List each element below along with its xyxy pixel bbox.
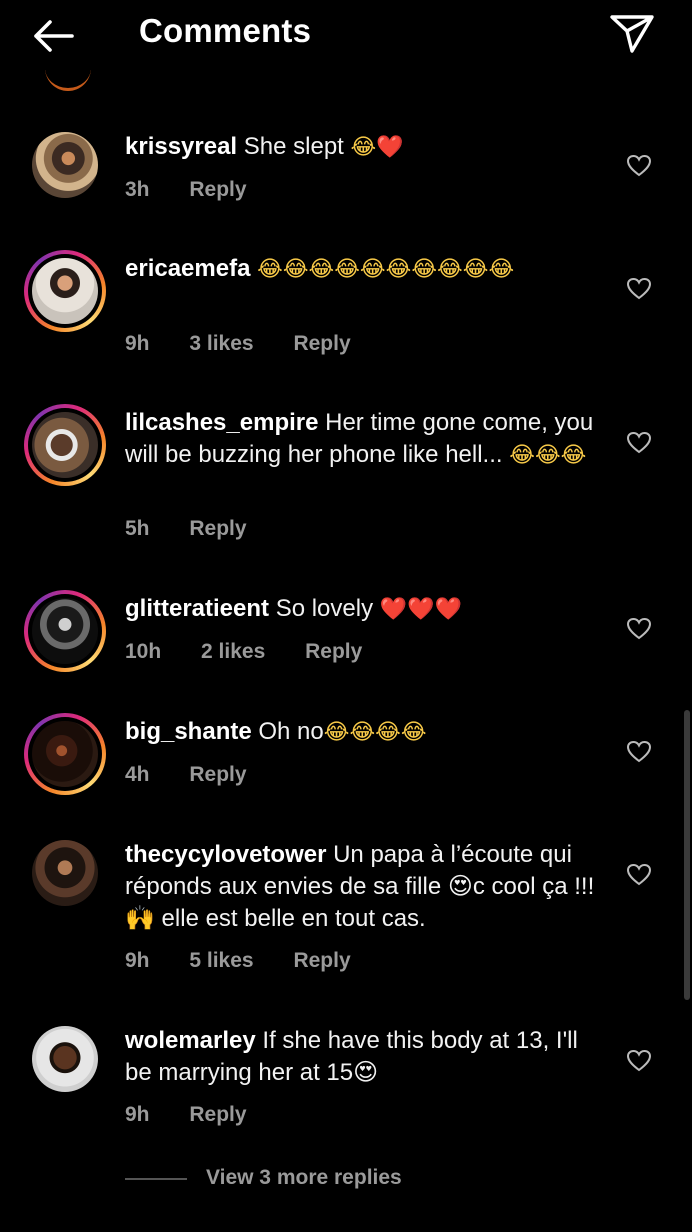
heart-outline-icon [626, 617, 652, 640]
comment-time: 9h [125, 332, 150, 355]
avatar[interactable] [24, 713, 106, 795]
reply-button[interactable]: Reply [293, 332, 350, 356]
paper-plane-icon [610, 15, 654, 53]
replies-divider [125, 1178, 187, 1180]
heart-outline-icon [626, 431, 652, 454]
comment-text: So lovely [275, 595, 374, 622]
comment-username[interactable]: krissyreal [125, 133, 237, 160]
comment-username[interactable]: thecycylovetower [125, 841, 326, 868]
avatar[interactable] [24, 590, 106, 672]
comment-username[interactable]: glitteratieent [125, 595, 269, 622]
comment-emojis: 😂❤️ [350, 135, 404, 160]
arrow-left-icon [34, 20, 74, 52]
comment-time: 9h [125, 1103, 150, 1126]
comment-time: 9h [125, 949, 150, 972]
scrollbar[interactable] [684, 710, 690, 1000]
like-button[interactable] [626, 154, 652, 178]
back-button[interactable] [28, 14, 80, 58]
top-bar: Comments [0, 0, 692, 70]
comment-time: 3h [125, 178, 150, 201]
like-button[interactable] [626, 431, 652, 455]
comment-username[interactable]: wolemarley [125, 1027, 256, 1054]
reply-button[interactable]: Reply [305, 640, 362, 664]
reply-button[interactable]: Reply [189, 763, 246, 787]
comment-emojis: 😂😂😂😂😂😂😂😂😂😂 [257, 257, 515, 282]
comment-username[interactable]: ericaemefa [125, 255, 250, 282]
comment-emojis: 😂😂😂😂 [323, 720, 427, 745]
comment-username[interactable]: big_shante [125, 718, 252, 745]
comment-emojis: 😂😂😂 [509, 443, 587, 468]
heart-outline-icon [626, 1049, 652, 1072]
like-button[interactable] [626, 740, 652, 764]
heart-outline-icon [626, 863, 652, 886]
avatar[interactable] [24, 250, 106, 332]
reply-button[interactable]: Reply [189, 178, 246, 202]
avatar[interactable] [24, 124, 106, 206]
comment-likes[interactable]: 2 likes [201, 640, 265, 664]
comment-time: 5h [125, 517, 150, 540]
heart-outline-icon [626, 740, 652, 763]
avatar[interactable] [24, 404, 106, 486]
comment-text: She slept [243, 133, 344, 160]
comment-time: 10h [125, 640, 162, 663]
comment-text: Oh no [258, 718, 324, 745]
like-button[interactable] [626, 863, 652, 887]
view-more-replies-button[interactable]: View 3 more replies [206, 1166, 402, 1190]
page-title: Comments [139, 12, 312, 49]
comment-likes[interactable]: 5 likes [189, 949, 253, 973]
reply-button[interactable]: Reply [189, 1103, 246, 1127]
comment-time: 4h [125, 763, 150, 786]
avatar[interactable] [24, 1018, 106, 1100]
comment-username[interactable]: lilcashes_empire [125, 409, 318, 436]
comment-likes[interactable]: 3 likes [189, 332, 253, 356]
reply-button[interactable]: Reply [293, 949, 350, 973]
like-button[interactable] [626, 617, 652, 641]
heart-outline-icon [626, 154, 652, 177]
like-button[interactable] [626, 277, 652, 301]
share-button[interactable] [606, 10, 658, 56]
heart-outline-icon [626, 277, 652, 300]
avatar[interactable] [24, 832, 106, 914]
reply-button[interactable]: Reply [189, 517, 246, 541]
like-button[interactable] [626, 1049, 652, 1073]
comment-emojis: ❤️❤️❤️ [379, 597, 462, 622]
